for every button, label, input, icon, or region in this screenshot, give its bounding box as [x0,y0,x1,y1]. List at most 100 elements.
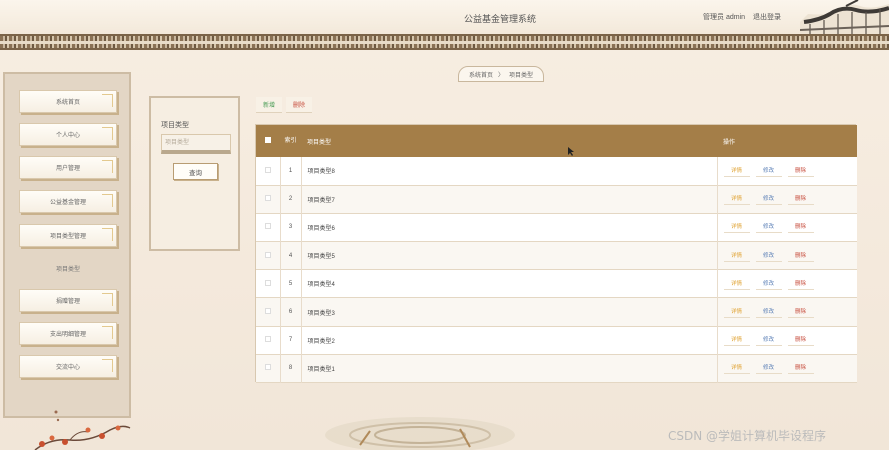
row-index: 3 [280,213,302,242]
delete-button[interactable]: 删除 [787,193,814,206]
row-index: 6 [280,297,302,327]
query-button[interactable]: 查询 [173,163,218,180]
detail-button[interactable]: 详情 [723,193,750,206]
top-header: 公益基金管理系统 管理员 admin 退出登录 [0,0,889,34]
search-input[interactable] [161,134,231,154]
delete-button[interactable]: 删除 [787,278,814,290]
row-checkbox[interactable] [256,185,281,214]
user-area: 管理员 admin 退出登录 [703,12,787,22]
row-operations: 详情 修改 删除 [717,298,857,326]
row-checkbox[interactable] [256,297,281,327]
edit-button[interactable]: 修改 [755,165,782,177]
data-table: 索引 项目类型 操作 1 项目类型8 详情 修改 删除 2 项目类型7 详情 修改 删除 3 项目类型… [255,124,857,383]
breadcrumb-current: 项目类型 [509,72,534,79]
table-row[interactable]: 8 项目类型1 详情 修改 删除 [256,354,857,383]
row-operations: 详情 修改 删除 [717,326,857,354]
row-index: 7 [280,326,302,355]
row-project-type: 项目类型3 [301,297,718,327]
row-project-type: 项目类型8 [301,157,718,186]
row-checkbox[interactable] [256,157,281,186]
batch-delete-button[interactable]: 删除 [286,97,312,113]
row-checkbox[interactable] [256,213,281,242]
mouse-cursor-icon [568,147,574,156]
sidebar-item-users[interactable]: 用户管理 [19,156,117,179]
edit-button[interactable]: 修改 [755,221,782,234]
delete-button[interactable]: 删除 [787,250,814,262]
table-row[interactable]: 5 项目类型4 详情 修改 删除 [256,269,857,298]
row-project-type: 项目类型1 [301,354,718,383]
detail-button[interactable]: 详情 [723,362,750,375]
plum-blossom-icon [34,410,131,450]
edit-button[interactable]: 修改 [755,250,782,262]
row-operations: 详情 修改 删除 [717,185,857,213]
row-operations: 详情 修改 删除 [717,354,857,382]
delete-button[interactable]: 删除 [787,334,814,347]
breadcrumb-separator: 〉 [497,72,504,79]
watermark: CSDN @学姐计算机毕设程序 [668,429,827,443]
row-checkbox[interactable] [256,326,281,355]
search-label: 项目类型 [161,122,189,129]
delete-button[interactable]: 删除 [787,362,814,375]
edit-button[interactable]: 修改 [755,362,782,375]
detail-button[interactable]: 详情 [723,221,750,234]
header-index: 索引 [284,137,297,144]
sidebar-item-forum[interactable]: 交流中心 [19,355,117,378]
system-title: 公益基金管理系统 [463,15,536,25]
row-index: 2 [280,185,302,214]
sidebar-item-home[interactable]: 系统首页 [19,90,117,113]
delete-button[interactable]: 删除 [787,306,814,319]
search-panel: 项目类型 查询 [149,96,240,251]
detail-button[interactable]: 详情 [723,165,750,177]
detail-button[interactable]: 详情 [723,250,750,262]
delete-button[interactable]: 删除 [787,221,814,234]
sidebar-item-donations[interactable]: 捐赠管理 [19,289,117,312]
table-row[interactable]: 3 项目类型6 详情 修改 删除 [256,213,857,242]
sidebar: 系统首页 个人中心 用户管理 公益基金管理 项目类型管理 项目类型 捐赠管理 支… [3,72,131,418]
sidebar-section-label: 项目类型 [55,267,80,273]
table-row[interactable]: 2 项目类型7 详情 修改 删除 [256,185,857,214]
row-index: 8 [280,354,302,383]
row-project-type: 项目类型7 [301,185,718,214]
row-operations: 详情 修改 删除 [717,270,857,298]
row-operations: 详情 修改 删除 [717,157,857,185]
breadcrumb-home[interactable]: 系统首页 [469,70,493,79]
row-checkbox[interactable] [256,241,281,270]
row-index: 5 [280,269,302,298]
sidebar-item-expenses[interactable]: 支出明细管理 [19,322,117,345]
row-project-type: 项目类型6 [301,213,718,242]
edit-button[interactable]: 修改 [755,334,782,347]
sidebar-item-funds[interactable]: 公益基金管理 [19,190,117,213]
add-button[interactable]: 新增 [256,97,282,113]
delete-button[interactable]: 删除 [787,165,814,177]
table-header-row: 索引 项目类型 操作 [256,125,857,157]
header-project-type: 项目类型 [307,139,332,146]
edit-button[interactable]: 修改 [755,193,782,206]
logout-link[interactable]: 退出登录 [753,14,781,21]
select-all-checkbox[interactable] [256,125,280,157]
detail-button[interactable]: 详情 [723,278,750,290]
ink-wash-decoration-icon [325,417,515,450]
row-project-type: 项目类型5 [301,241,718,270]
row-checkbox[interactable] [256,269,281,298]
sidebar-item-profile[interactable]: 个人中心 [19,123,117,146]
detail-button[interactable]: 详情 [723,334,750,347]
edit-button[interactable]: 修改 [755,306,782,319]
table-row[interactable]: 6 项目类型3 详情 修改 删除 [256,297,857,327]
edit-button[interactable]: 修改 [755,278,782,290]
row-checkbox[interactable] [256,354,281,383]
sidebar-item-project-types[interactable]: 项目类型管理 [19,224,117,247]
table-row[interactable]: 4 项目类型5 详情 修改 删除 [256,241,857,270]
row-index: 4 [280,241,302,270]
row-index: 1 [280,157,302,186]
header-operations: 操作 [723,139,736,146]
decorative-border [0,34,889,50]
table-row[interactable]: 1 项目类型8 详情 修改 删除 [256,157,857,186]
row-operations: 详情 修改 删除 [717,242,857,270]
detail-button[interactable]: 详情 [723,306,750,319]
row-project-type: 项目类型2 [301,326,718,355]
table-row[interactable]: 7 项目类型2 详情 修改 删除 [256,326,857,355]
admin-label: 管理员 admin [703,14,746,21]
breadcrumb: 系统首页 〉 项目类型 [458,66,544,82]
row-operations: 详情 修改 删除 [717,213,857,241]
row-project-type: 项目类型4 [301,269,718,298]
